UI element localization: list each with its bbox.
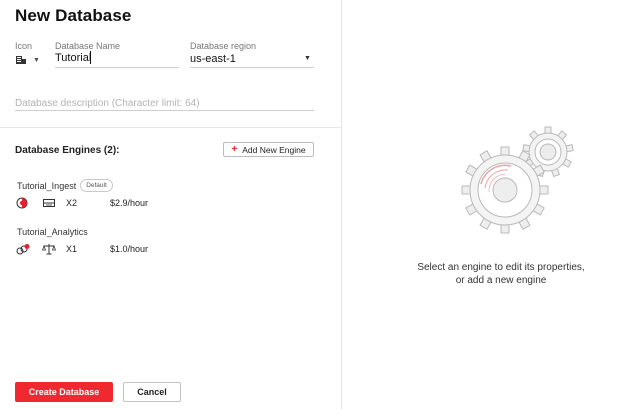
cancel-button[interactable]: Cancel <box>123 382 181 402</box>
engine-scale: X1 <box>66 244 78 254</box>
analytics-engine-type-icon <box>16 244 30 255</box>
engines-heading: Database Engines (2): <box>15 145 120 156</box>
ingest-engine-type-icon <box>16 197 28 209</box>
server-size-icon <box>43 199 55 207</box>
database-region-underline <box>190 67 314 68</box>
plus-icon: + <box>231 143 238 155</box>
database-name-input[interactable]: Tutorial <box>55 52 91 64</box>
engine-price: $1.0/hour <box>110 244 149 254</box>
database-engine-icon <box>16 56 26 64</box>
default-badge: Default <box>80 179 113 192</box>
engine-name-ingest[interactable]: Tutorial_Ingest <box>17 181 76 191</box>
chevron-down-icon: ▼ <box>33 56 40 64</box>
text-cursor <box>90 51 91 64</box>
database-name-label: Database Name <box>55 41 121 51</box>
empty-state-line-2: or add a new engine <box>455 275 547 286</box>
empty-state-message: Select an engine to edit its properties,… <box>323 261 643 287</box>
engine-scale: X2 <box>66 198 78 208</box>
database-form-panel: New Database Icon Database Name Database… <box>0 0 342 409</box>
page-title: New Database <box>15 6 132 25</box>
engine-price: $2.9/hour <box>110 198 149 208</box>
database-region-label: Database region <box>190 41 257 51</box>
balance-scale-icon <box>42 244 56 255</box>
section-divider <box>0 127 342 128</box>
create-database-button[interactable]: Create Database <box>15 382 113 402</box>
add-new-engine-label: Add New Engine <box>242 144 306 155</box>
gears-illustration-icon <box>461 126 574 234</box>
engine-details-panel: Select an engine to edit its properties,… <box>343 0 643 409</box>
chevron-down-icon[interactable]: ▼ <box>304 55 311 62</box>
empty-state-line-1: Select an engine to edit its properties, <box>417 262 585 273</box>
add-new-engine-button[interactable]: + Add New Engine <box>223 142 314 157</box>
database-region-select[interactable]: us-east-1 <box>190 53 236 65</box>
icon-label: Icon <box>15 41 33 51</box>
engine-name-analytics[interactable]: Tutorial_Analytics <box>17 227 88 237</box>
icon-picker[interactable]: ▼ <box>15 53 43 67</box>
database-description-input[interactable]: Database description (Character limit: 6… <box>15 98 200 109</box>
database-name-underline <box>55 67 179 68</box>
database-description-underline <box>15 110 314 111</box>
